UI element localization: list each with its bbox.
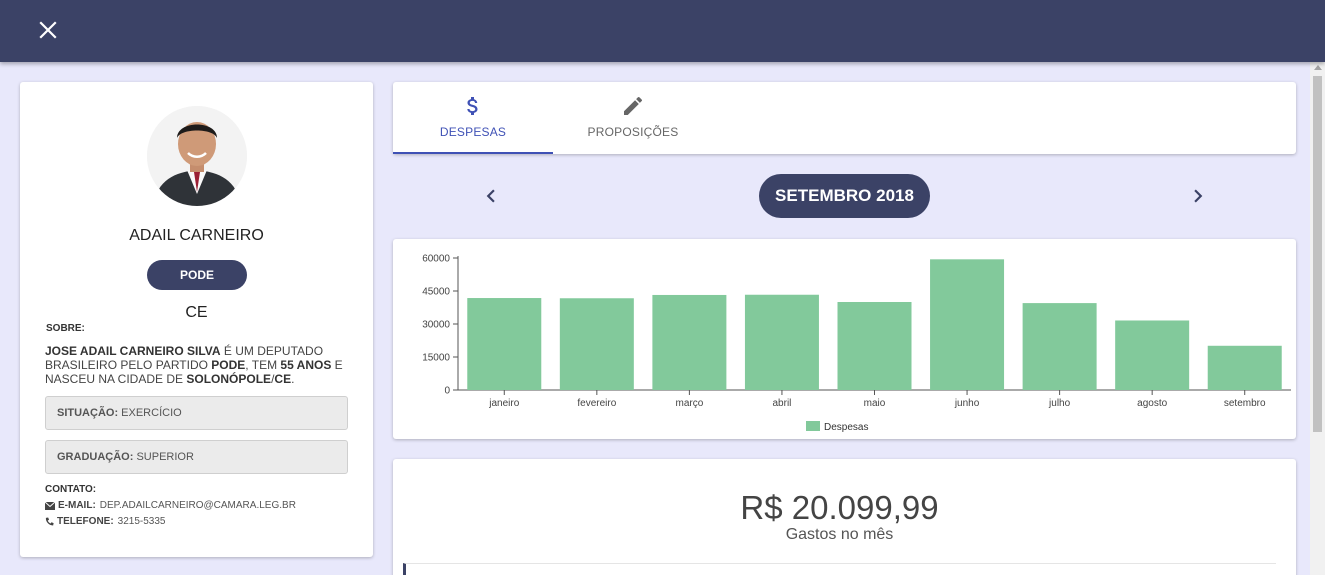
phone-icon	[45, 517, 54, 526]
about-uf: CE	[274, 372, 292, 386]
legend-label: Despesas	[824, 422, 868, 433]
party-badge: PODE	[147, 260, 247, 290]
tab-label: PROPOSIÇÕES	[587, 125, 679, 139]
education-field: GRADUAÇÃO: SUPERIOR	[45, 440, 348, 474]
deputy-state: CE	[185, 304, 208, 321]
active-tab-indicator	[393, 152, 553, 154]
avatar	[147, 106, 247, 206]
bar-janeiro	[467, 298, 542, 390]
monthly-total-card: R$ 20.099,99 Gastos no mês	[393, 459, 1296, 575]
email-line: E-MAIL: DEP.ADAILCARNEIRO@CAMARA.LEG.BR	[45, 500, 296, 511]
y-tick-label: 45000	[422, 287, 450, 298]
contact-label: CONTATO:	[45, 484, 97, 495]
email-label: E-MAIL:	[58, 500, 96, 511]
expenses-bar-chart: 0 15000 30000 45000 60000 janeiro fevereiro mar…	[422, 254, 1291, 433]
x-tick-label: abril	[772, 398, 791, 409]
x-tick-label: agosto	[1137, 398, 1167, 409]
situation-field: SITUAÇÃO: EXERCÍCIO	[45, 396, 348, 430]
monthly-total-value: R$ 20.099,99	[740, 489, 939, 526]
chevron-right-icon[interactable]	[1185, 183, 1211, 209]
education-value: SUPERIOR	[136, 451, 194, 463]
bar-março	[652, 294, 727, 390]
app-header	[0, 0, 1325, 62]
scroll-thumb[interactable]	[1313, 76, 1322, 432]
envelope-icon	[45, 501, 55, 510]
y-tick-label: 30000	[422, 320, 450, 331]
situation-label: SITUAÇÃO:	[57, 407, 119, 419]
about-label: SOBRE:	[46, 323, 85, 334]
x-tick-label: maio	[864, 398, 886, 409]
email-value[interactable]: DEP.ADAILCARNEIRO@CAMARA.LEG.BR	[100, 500, 296, 511]
bar-abril	[744, 294, 819, 390]
y-tick-label: 15000	[422, 353, 450, 364]
x-tick-label: julho	[1048, 398, 1071, 409]
close-icon[interactable]	[36, 18, 60, 42]
x-tick-label: junho	[954, 398, 980, 409]
monthly-total-label: Gastos no mês	[785, 526, 894, 543]
bar-setembro	[1207, 345, 1282, 390]
deputy-name: ADAIL CARNEIRO	[129, 227, 264, 244]
bar-julho	[1022, 303, 1097, 390]
about-party: PODE	[211, 358, 246, 372]
tab-despesas[interactable]: DESPESAS	[393, 82, 553, 154]
page-scrollbar[interactable]	[1310, 62, 1325, 575]
bar-fevereiro	[559, 298, 634, 390]
phone-line: TELEFONE: 3215-5335	[45, 516, 166, 527]
x-tick-label: fevereiro	[577, 398, 616, 409]
tab-label: DESPESAS	[439, 125, 507, 139]
y-tick-label: 0	[444, 386, 450, 397]
current-month-label: SETEMBRO 2018	[759, 174, 930, 218]
pencil-icon	[624, 96, 643, 115]
tab-bar: DESPESAS PROPOSIÇÕES	[393, 82, 1296, 154]
bar-maio	[837, 302, 912, 390]
phone-value[interactable]: 3215-5335	[118, 516, 166, 527]
x-tick-label: setembro	[1224, 398, 1266, 409]
about-city: SOLONÓPOLE	[186, 372, 272, 386]
deputy-profile-card: ADAIL CARNEIRO PODE CE SOBRE: JOSE ADAIL…	[20, 82, 373, 557]
about-text: JOSE ADAIL CARNEIRO SILVA É UM DEPUTADO …	[45, 344, 351, 386]
phone-label: TELEFONE:	[57, 516, 114, 527]
x-tick-label: janeiro	[488, 398, 519, 409]
bar-agosto	[1115, 320, 1190, 390]
legend-swatch	[806, 421, 820, 431]
dollar-icon	[467, 97, 478, 115]
chevron-left-icon[interactable]	[478, 183, 504, 209]
x-tick-label: março	[675, 398, 703, 409]
scroll-up-arrow-icon[interactable]	[1314, 65, 1322, 70]
tab-proposicoes[interactable]: PROPOSIÇÕES	[553, 82, 713, 154]
education-label: GRADUAÇÃO:	[57, 451, 134, 463]
situation-value: EXERCÍCIO	[121, 407, 182, 419]
bar-junho	[930, 259, 1005, 390]
expenses-list	[403, 563, 1276, 575]
about-age: 55 ANOS	[280, 358, 332, 372]
expenses-chart-card: 0 15000 30000 45000 60000 janeiro fevereiro mar…	[393, 239, 1296, 439]
about-full-name: JOSE ADAIL CARNEIRO SILVA	[45, 344, 221, 358]
y-tick-label: 60000	[422, 254, 450, 265]
about-end: .	[291, 372, 295, 386]
about-text-part: , TEM	[245, 358, 281, 372]
